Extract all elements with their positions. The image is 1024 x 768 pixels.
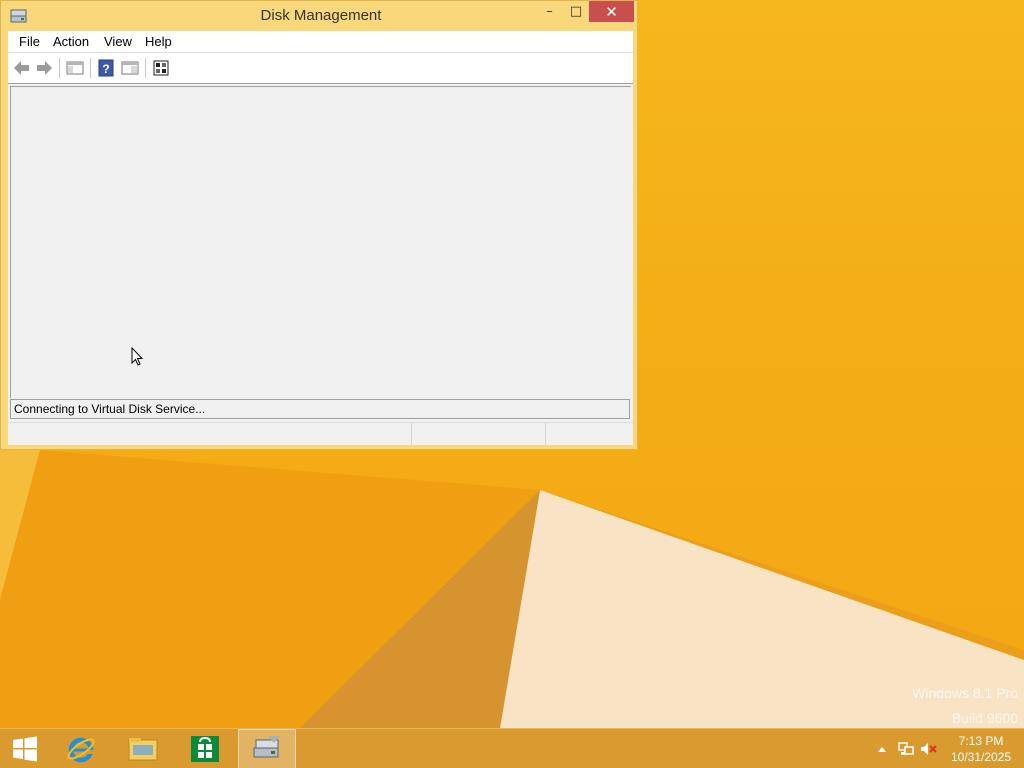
title-bar[interactable]: Disk Management – □ ✕ (1, 1, 637, 31)
disk-management-window: Disk Management – □ ✕ File Action View H… (0, 0, 638, 450)
clock-date: 10/31/2025 (950, 750, 1012, 764)
windows-logo-icon (13, 736, 37, 762)
close-button[interactable]: ✕ (589, 1, 634, 22)
toolbar-separator (145, 58, 146, 78)
toolbar: ? (8, 53, 633, 84)
properties-pane-icon[interactable] (120, 58, 140, 78)
toolbar-separator (90, 58, 91, 78)
menu-help[interactable]: Help (145, 34, 172, 49)
internet-explorer-button[interactable] (52, 729, 110, 768)
forward-arrow-icon[interactable] (34, 58, 54, 78)
taskbar-clock[interactable]: 7:13 PM 10/31/2025 (945, 733, 1017, 765)
os-watermark-edition: Windows 8.1 Pro (912, 685, 1018, 701)
console-tree-icon[interactable] (65, 58, 85, 78)
mouse-cursor-icon (131, 347, 144, 366)
status-panel: Connecting to Virtual Disk Service... (10, 399, 630, 419)
os-watermark-build: Build 9600 (951, 710, 1018, 726)
disk-management-taskbar-button[interactable] (238, 729, 296, 768)
clock-time: 7:13 PM (958, 734, 1004, 748)
menu-file[interactable]: File (19, 34, 40, 49)
svg-text:?: ? (102, 62, 109, 76)
client-area: File Action View Help ? Connecting to Vi… (8, 31, 633, 445)
menu-bar: File Action View Help (8, 31, 633, 53)
store-button[interactable] (176, 729, 234, 768)
internet-explorer-icon (67, 737, 95, 763)
folder-icon (128, 738, 158, 761)
volume-list-pane[interactable] (10, 86, 631, 398)
status-bar (8, 422, 633, 445)
menu-action[interactable]: Action (53, 34, 89, 49)
file-explorer-button[interactable] (114, 729, 172, 768)
network-icon[interactable] (897, 740, 915, 758)
start-button[interactable] (0, 729, 50, 768)
disk-management-icon (253, 736, 280, 758)
chevron-up-icon[interactable] (873, 740, 891, 758)
action-pane-icon[interactable] (151, 58, 171, 78)
volume-muted-icon[interactable] (920, 740, 938, 758)
help-icon[interactable]: ? (96, 58, 116, 78)
status-bar-segment (545, 423, 634, 445)
back-arrow-icon[interactable] (12, 58, 32, 78)
status-bar-segment (411, 423, 545, 445)
maximize-button[interactable]: □ (563, 1, 589, 22)
minimize-button[interactable]: – (536, 1, 563, 22)
status-text: Connecting to Virtual Disk Service... (14, 402, 206, 416)
taskbar: 7:13 PM 10/31/2025 (0, 728, 1024, 768)
store-icon (191, 736, 219, 762)
toolbar-separator (59, 58, 60, 78)
menu-view[interactable]: View (104, 34, 132, 49)
